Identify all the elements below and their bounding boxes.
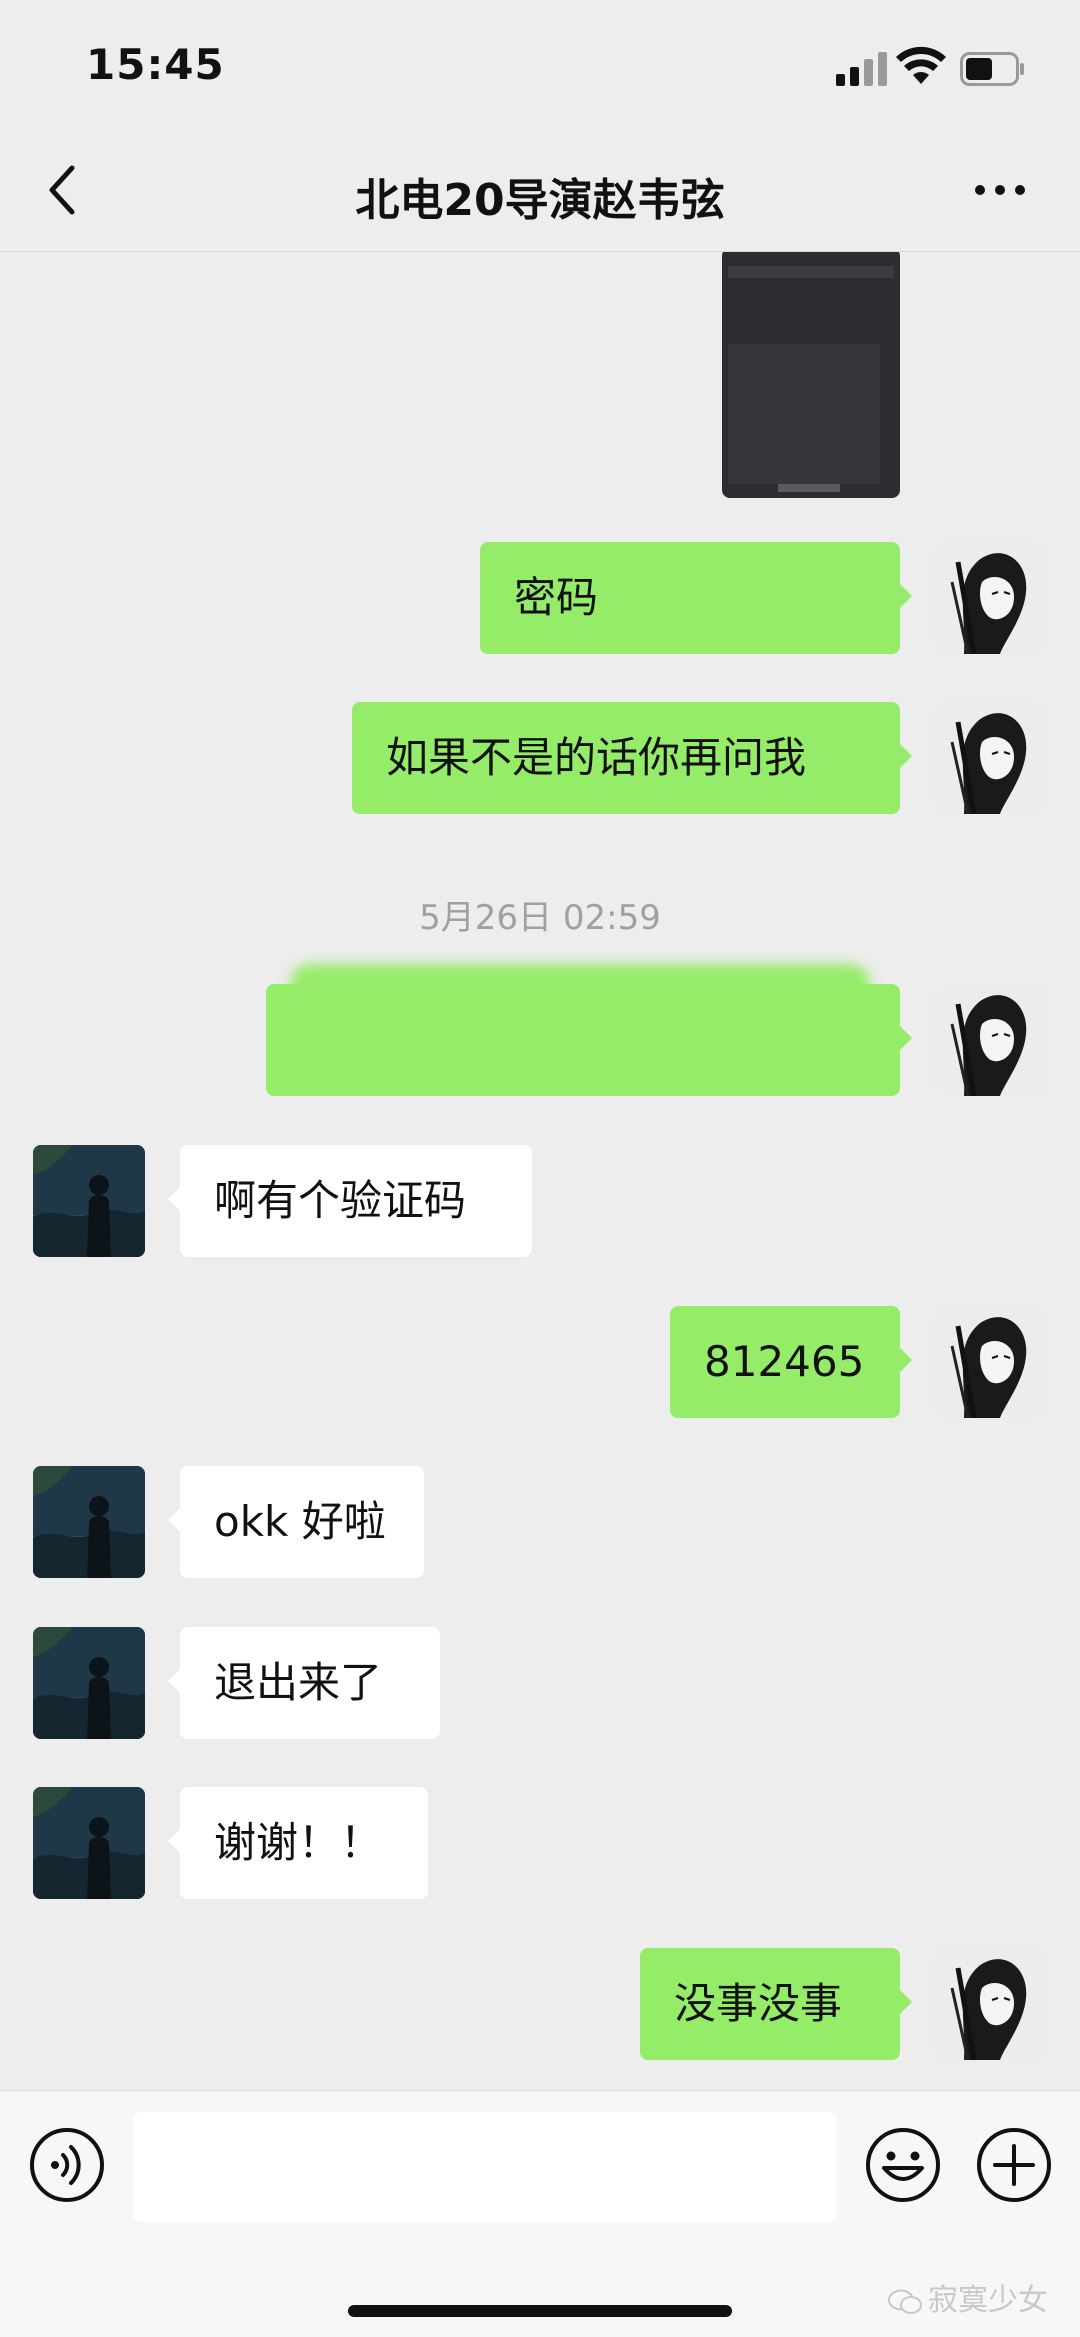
watermark-text: 寂寞少女	[928, 2283, 1048, 2318]
input-bar: 寂寞少女	[0, 2090, 1080, 2337]
incoming-bubble[interactable]: 退出来了	[168, 1627, 440, 1739]
avatar-image	[934, 542, 1046, 654]
wifi-icon	[896, 46, 946, 84]
message-row: okk 好啦	[0, 1466, 1080, 1578]
message-row: 如果不是的话你再问我	[0, 702, 1080, 814]
message-timestamp: 5月26日 02:59	[419, 898, 661, 938]
my-avatar[interactable]	[934, 702, 1046, 814]
message-text: okk 好啦	[214, 1497, 386, 1546]
avatar-image	[33, 1627, 145, 1739]
wechat-icon	[888, 2289, 922, 2314]
avatar-image	[934, 1948, 1046, 2060]
chat-header: 北电20导演赵韦弦	[0, 130, 1080, 252]
message-row: 密码	[0, 542, 1080, 654]
message-row: 啊有个验证码	[0, 1145, 1080, 1257]
avatar-image	[934, 702, 1046, 814]
message-row: 谢谢！！	[0, 1787, 1080, 1899]
battery-icon	[960, 52, 1024, 86]
my-avatar[interactable]	[934, 1948, 1046, 2060]
outgoing-bubble[interactable]: 没事没事	[640, 1948, 912, 2060]
message-text: 密码	[514, 573, 599, 622]
incoming-bubble[interactable]: okk 好啦	[168, 1466, 424, 1578]
my-avatar[interactable]	[934, 984, 1046, 1096]
status-bar: 15:45	[0, 0, 1080, 130]
message-text: 没事没事	[674, 1979, 843, 2028]
message-text: 啊有个验证码	[214, 1176, 467, 1225]
cellular-signal-icon	[836, 50, 888, 86]
avatar-image	[33, 1787, 145, 1899]
message-list[interactable]: 密码 如果不是的话你再问我 5月26日 02:59 啊有个验证码 812465 …	[0, 252, 1080, 2090]
message-row	[0, 964, 1080, 1096]
incoming-bubble[interactable]: 谢谢！！	[168, 1787, 428, 1899]
peer-avatar[interactable]	[33, 1627, 145, 1739]
peer-avatar[interactable]	[33, 1145, 145, 1257]
status-time: 15:45	[86, 40, 225, 89]
peer-avatar[interactable]	[33, 1466, 145, 1578]
image-message[interactable]	[722, 252, 900, 498]
message-text: 谢谢！！	[214, 1818, 383, 1867]
outgoing-bubble[interactable]: 812465	[670, 1306, 912, 1418]
message-text: 如果不是的话你再问我	[386, 733, 807, 782]
outgoing-bubble[interactable]: 密码	[480, 542, 912, 654]
message-row: 没事没事	[0, 1948, 1080, 2060]
my-avatar[interactable]	[934, 542, 1046, 654]
message-row: 退出来了	[0, 1627, 1080, 1739]
message-text: 退出来了	[214, 1658, 383, 1707]
incoming-bubble[interactable]: 啊有个验证码	[168, 1145, 532, 1257]
plus-circle-icon[interactable]	[975, 2126, 1053, 2204]
more-dots-icon[interactable]	[970, 170, 1030, 210]
message-text: 812465	[704, 1337, 865, 1386]
my-avatar[interactable]	[934, 1306, 1046, 1418]
avatar-image	[33, 1145, 145, 1257]
outgoing-bubble[interactable]: 如果不是的话你再问我	[352, 702, 912, 814]
chat-title: 北电20导演赵韦弦	[355, 175, 725, 226]
voice-input-icon[interactable]	[28, 2126, 106, 2204]
avatar-image	[33, 1466, 145, 1578]
avatar-image	[934, 1306, 1046, 1418]
redaction-smear	[290, 964, 870, 1004]
home-indicator[interactable]	[348, 2305, 732, 2317]
avatar-image	[934, 984, 1046, 1096]
message-row: 812465	[0, 1306, 1080, 1418]
emoji-icon[interactable]	[864, 2126, 942, 2204]
peer-avatar[interactable]	[33, 1787, 145, 1899]
watermark: 寂寞少女	[888, 2275, 1048, 2319]
message-input[interactable]	[133, 2112, 836, 2222]
